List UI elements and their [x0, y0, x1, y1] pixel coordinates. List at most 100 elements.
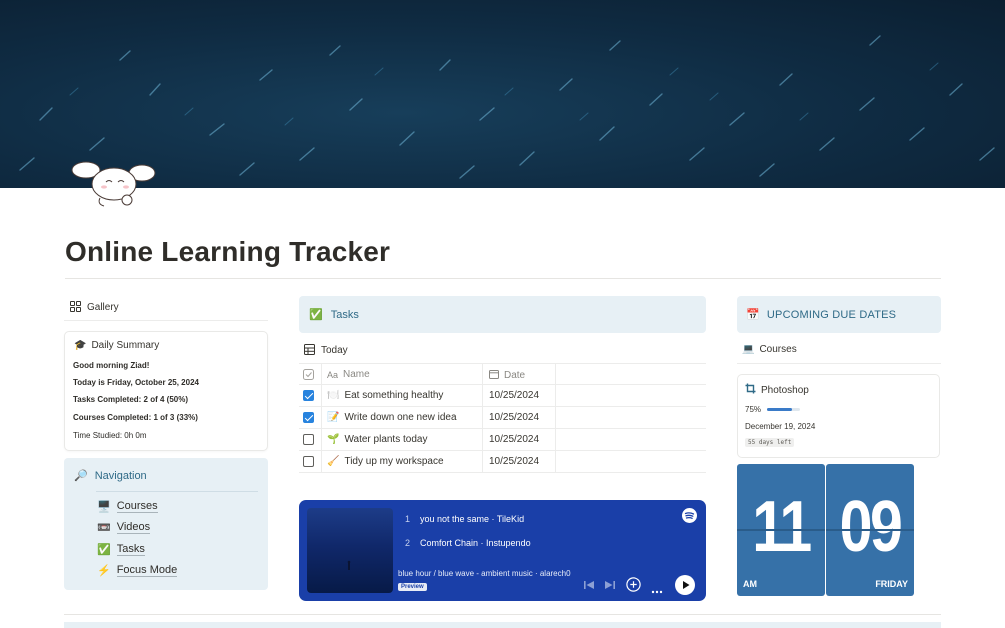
table-row[interactable]: 🍽️ Eat something healthy 10/25/2024	[299, 385, 706, 407]
nav-link-label: Focus Mode	[116, 564, 178, 577]
course-name: Photoshop	[761, 384, 809, 396]
task-checkbox[interactable]	[303, 434, 314, 445]
task-date: 10/25/2024	[489, 412, 540, 423]
calendar-icon: 📅	[746, 309, 760, 321]
nav-link-focus-mode[interactable]: ⚡ Focus Mode	[97, 564, 178, 578]
today-text: Today is Friday, October 25, 2024	[73, 378, 199, 387]
daily-summary-title: Daily Summary	[91, 340, 160, 351]
course-due-date: December 19, 2024	[745, 422, 816, 431]
next-track-icon[interactable]	[604, 578, 616, 596]
gallery-divider	[64, 320, 268, 321]
date-column-header[interactable]: Date	[489, 369, 525, 382]
task-name: Tidy up my workspace	[344, 456, 444, 467]
date-column-label: Date	[504, 370, 526, 381]
nav-link-courses[interactable]: 🖥️ Courses	[97, 500, 158, 514]
page-title: Online Learning Tracker	[65, 236, 391, 267]
clock-hour: 11	[752, 487, 812, 567]
desktop-computer-icon: 🖥️	[97, 501, 111, 513]
tasks-header: ✅ Tasks	[309, 308, 359, 322]
laptop-icon: 💻	[742, 344, 755, 355]
tasks-callout: ✅ Tasks	[299, 296, 706, 333]
play-button-icon[interactable]	[675, 575, 695, 600]
spotify-embed-player[interactable]: 1 you not the same · TileKid 2 Comfort C…	[299, 500, 706, 601]
task-checkbox[interactable]	[303, 456, 314, 467]
memo-icon: 📝	[327, 412, 340, 423]
check-mark-button-icon: ✅	[309, 309, 323, 321]
lightning-icon: ⚡	[97, 565, 111, 577]
daily-summary-card[interactable]: 🎓 Daily Summary Good morning Ziad! Today…	[64, 331, 268, 451]
table-icon	[304, 344, 316, 356]
previous-track-icon[interactable]	[583, 578, 595, 596]
task-name: Write down one new idea	[344, 412, 457, 423]
navigation-callout: 🔎 Navigation 🖥️ Courses 📼 Videos ✅ Tasks…	[64, 458, 268, 590]
album-art	[307, 508, 393, 593]
name-column-header[interactable]: Aa Name	[327, 369, 370, 380]
table-row[interactable]: 🧹 Tidy up my workspace 10/25/2024	[299, 451, 706, 473]
navigation-divider	[96, 491, 258, 492]
videotape-icon: 📼	[97, 522, 111, 534]
time-studied-text: Time Studied: 0h 0m	[73, 431, 147, 440]
graduation-cap-icon: 🎓	[74, 340, 87, 351]
daily-summary-header: 🎓 Daily Summary	[74, 340, 159, 351]
course-progress-bar	[767, 408, 800, 411]
today-view-tab[interactable]: Today	[304, 344, 348, 356]
clock-minute: 09	[839, 487, 903, 567]
flip-divider	[737, 529, 825, 531]
task-name: Water plants today	[344, 434, 428, 445]
title-divider	[65, 278, 941, 279]
track-title: you not the same · TileKid	[420, 514, 525, 524]
track-item[interactable]: 2 Comfort Chain · Instupendo	[405, 538, 531, 548]
bunny-mascot-icon	[70, 156, 156, 210]
course-name-row: Photoshop	[745, 383, 809, 397]
course-progress-fill	[767, 408, 792, 411]
calendar-property-icon	[489, 369, 499, 382]
today-view-label: Today	[321, 344, 348, 356]
next-callout	[64, 622, 941, 628]
greeting-text: Good morning Ziad!	[73, 361, 150, 370]
courses-divider	[737, 363, 941, 364]
clock-ampm: AM	[743, 579, 757, 589]
tasks-title: Tasks	[330, 308, 359, 321]
clock-day: FRIDAY	[875, 579, 908, 589]
nav-link-label: Tasks	[116, 543, 145, 556]
courses-completed-text: Courses Completed: 1 of 3 (33%)	[73, 413, 198, 422]
task-checkbox[interactable]	[303, 412, 314, 423]
text-property-icon: Aa	[327, 369, 339, 380]
more-options-icon[interactable]	[651, 581, 663, 599]
add-to-library-icon[interactable]	[626, 577, 641, 597]
navigation-header: 🔎 Navigation	[74, 469, 147, 483]
nav-link-tasks[interactable]: ✅ Tasks	[97, 543, 145, 557]
clock-minute-panel: 09 FRIDAY	[826, 464, 914, 596]
preview-badge: Preview	[398, 583, 427, 591]
table-row[interactable]: 📝 Write down one new idea 10/25/2024	[299, 407, 706, 429]
courses-view-tab[interactable]: 💻 Courses	[742, 344, 797, 355]
course-card[interactable]: Photoshop 75% December 19, 2024 55 days …	[737, 374, 940, 458]
check-mark-button-icon: ✅	[97, 544, 111, 556]
clock-hour-panel: 11 AM	[737, 464, 825, 596]
nav-link-label: Courses	[116, 500, 158, 513]
task-checkbox[interactable]	[303, 390, 314, 401]
due-dates-header: 📅 UPCOMING DUE DATES	[746, 308, 896, 322]
task-date: 10/25/2024	[489, 456, 540, 467]
table-row[interactable]: 🌱 Water plants today 10/25/2024	[299, 429, 706, 451]
flip-divider	[826, 529, 914, 531]
task-name: Eat something healthy	[344, 390, 444, 401]
tasks-completed-text: Tasks Completed: 2 of 4 (50%)	[73, 395, 188, 404]
task-date: 10/25/2024	[489, 390, 540, 401]
gallery-label: Gallery	[87, 301, 119, 313]
navigation-title: Navigation	[94, 469, 147, 482]
gallery-view-tab[interactable]: Gallery	[70, 301, 119, 313]
album-title: blue hour / blue wave - ambient music · …	[398, 569, 571, 578]
nav-link-videos[interactable]: 📼 Videos	[97, 521, 151, 535]
plate-icon: 🍽️	[327, 390, 340, 401]
course-progress-label: 75%	[745, 405, 762, 414]
track-number: 1	[405, 514, 411, 524]
due-dates-callout: 📅 UPCOMING DUE DATES	[737, 296, 941, 333]
track-item[interactable]: 1 you not the same · TileKid	[405, 514, 524, 524]
name-column-label: Name	[343, 369, 370, 380]
gallery-grid-icon	[70, 301, 82, 313]
broom-icon: 🧹	[327, 456, 340, 467]
nav-link-label: Videos	[116, 521, 151, 534]
seedling-icon: 🌱	[327, 434, 340, 445]
spotify-logo-icon[interactable]	[682, 508, 697, 528]
